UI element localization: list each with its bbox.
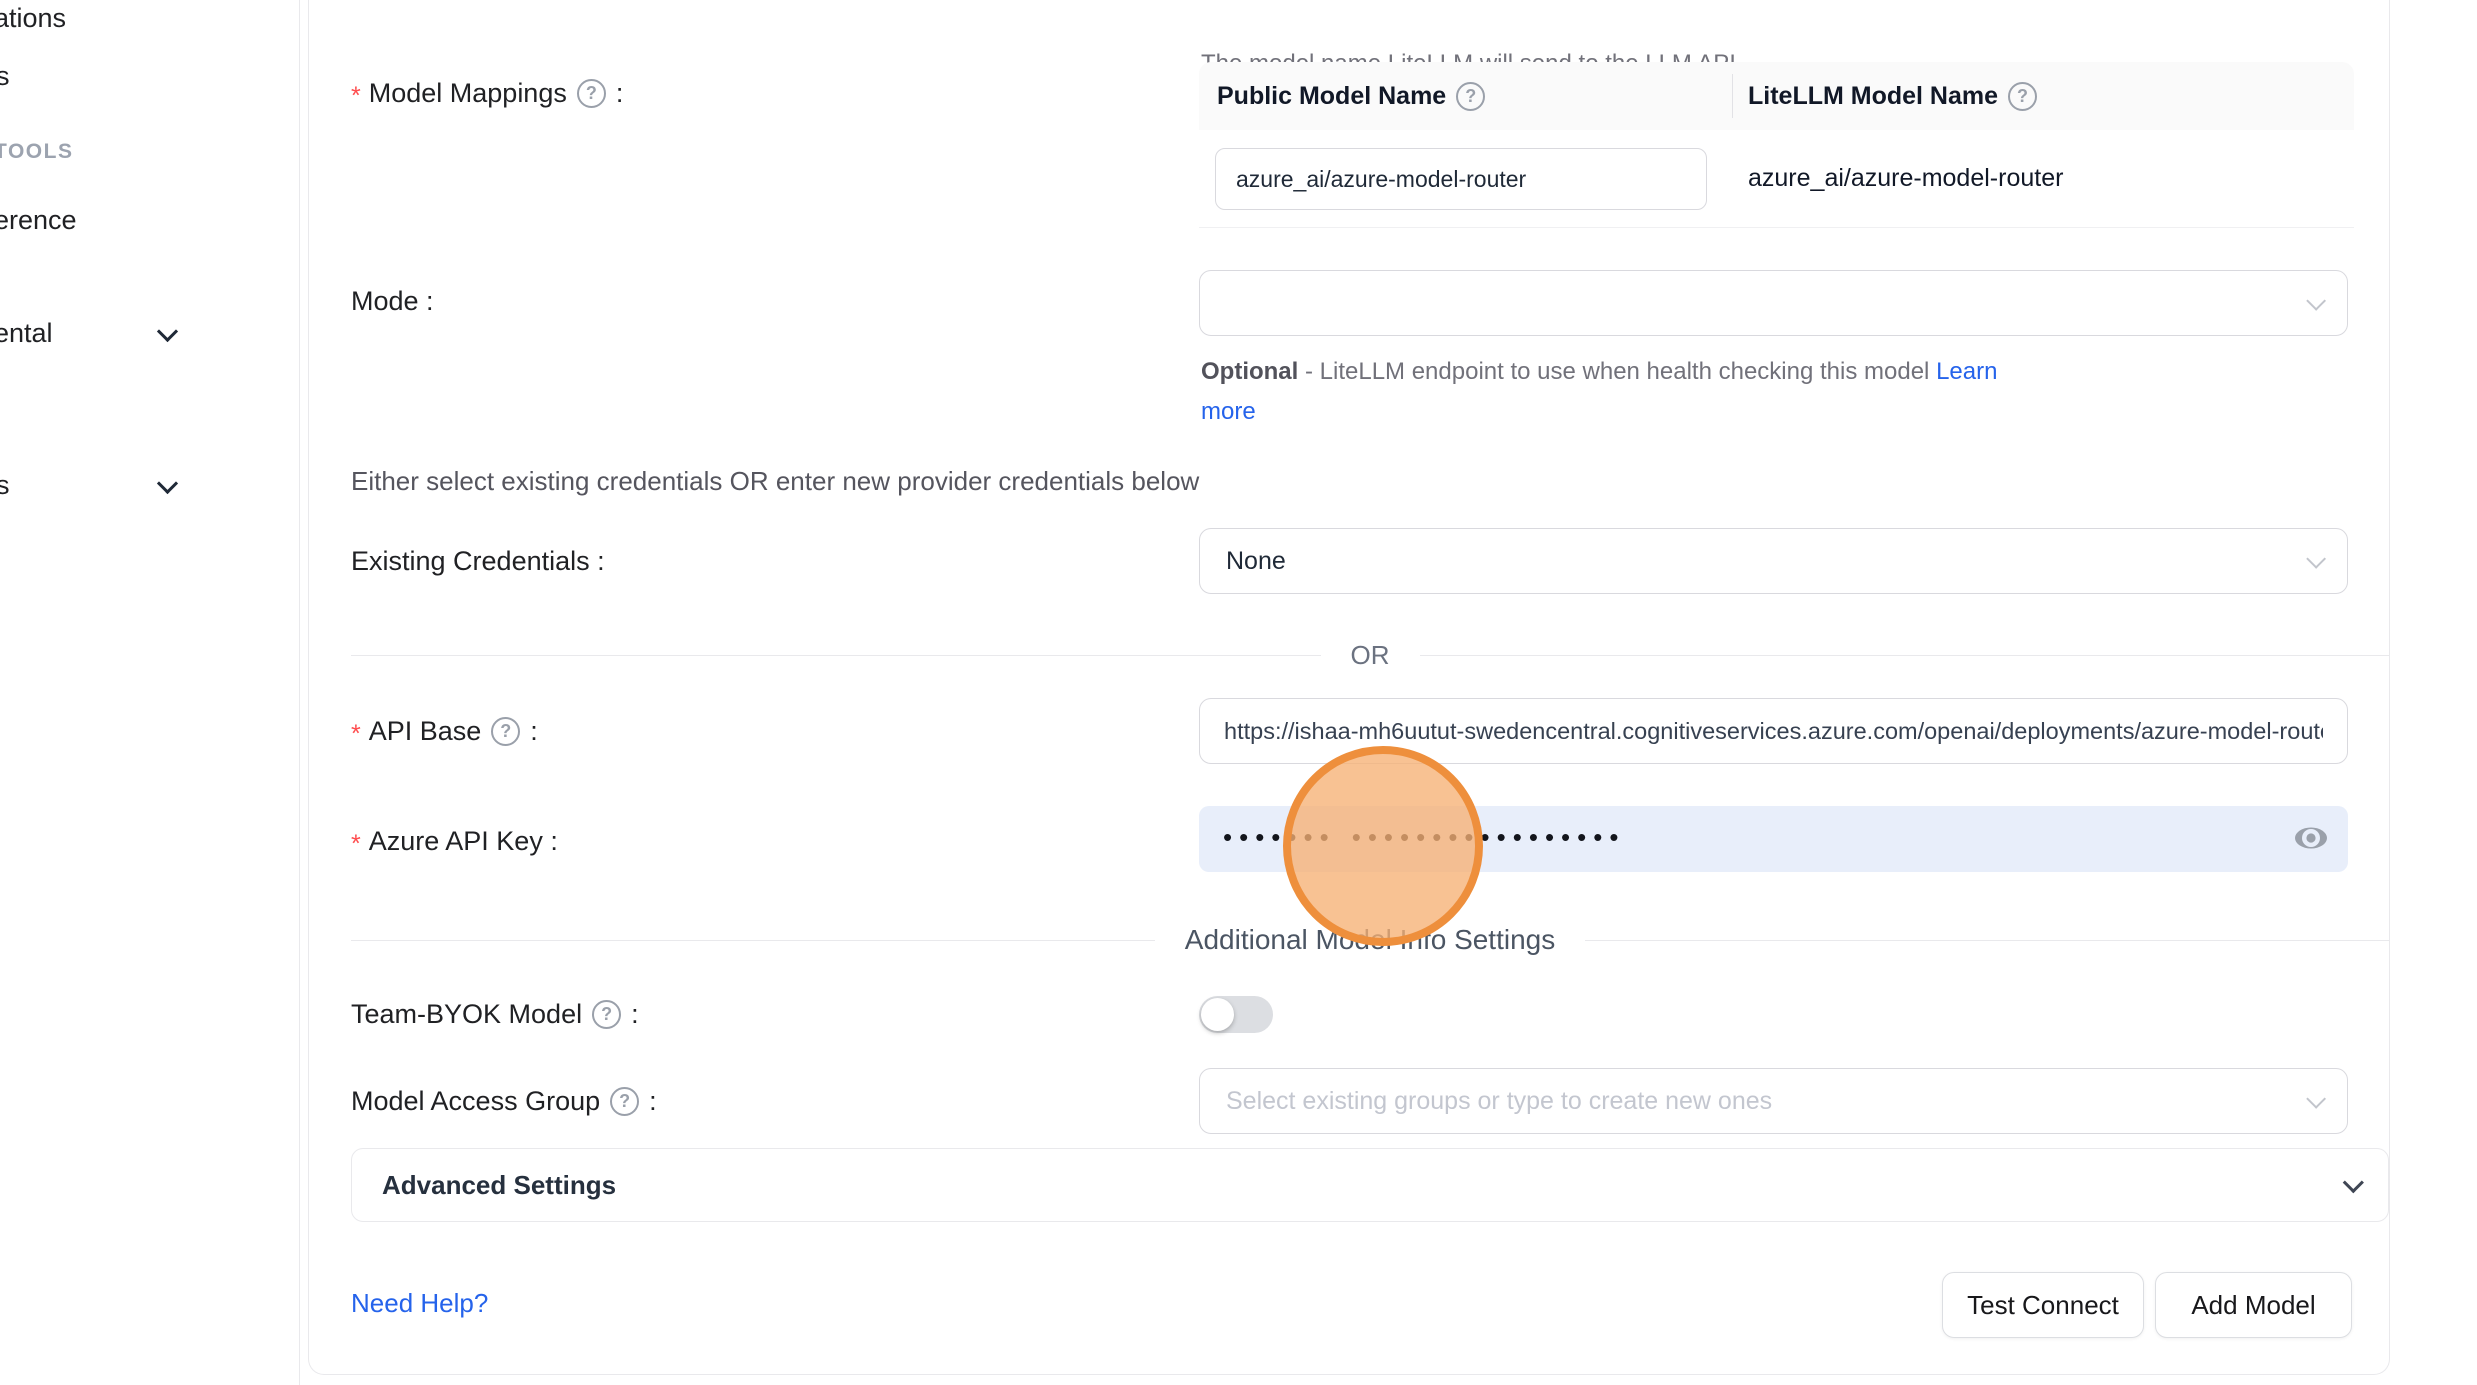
mode-label: Mode : [351,286,434,317]
team-byok-label: Team-BYOK Model ? : [351,999,639,1030]
public-model-name-input[interactable] [1215,148,1707,210]
api-base-label: * API Base ? : [351,716,538,747]
toggle-knob [1201,998,1234,1031]
chevron-down-icon [157,321,178,342]
help-icon[interactable]: ? [577,79,606,108]
sidebar: ations s TOOLS erence ental s [0,0,300,1385]
existing-credentials-select[interactable]: None [1199,528,2348,594]
api-base-input[interactable] [1199,698,2348,764]
divider-line [351,655,1321,656]
chevron-down-icon [2306,1089,2326,1109]
team-byok-toggle[interactable] [1199,996,1273,1033]
help-icon[interactable]: ? [491,717,520,746]
help-icon[interactable]: ? [592,1000,621,1029]
sidebar-item-4[interactable]: ental [0,318,53,349]
chevron-down-icon [2306,291,2326,311]
required-asterisk: * [351,720,361,749]
masked-password-dots: ••••••• [1223,822,1336,853]
test-connect-button[interactable]: Test Connect [1942,1272,2144,1338]
sidebar-item-1[interactable]: ations [0,3,66,34]
column-divider [1732,74,1733,118]
help-icon[interactable]: ? [610,1087,639,1116]
add-model-button[interactable]: Add Model [2155,1272,2352,1338]
sidebar-section-tools: TOOLS [0,140,73,164]
divider-line [1420,655,2390,656]
eye-icon[interactable] [2294,823,2328,858]
model-access-group-label: Model Access Group ? : [351,1086,657,1117]
masked-password-dots: ••••••••••••••••• [1352,822,1626,853]
model-mappings-table: Public Model Name ? LiteLLM Model Name ?… [1199,62,2354,228]
or-divider: OR [351,640,2389,671]
mode-select[interactable] [1199,270,2348,336]
divider-line [1585,940,2389,941]
page: ations s TOOLS erence ental s The model … [0,0,2477,1385]
additional-settings-divider: Additional Model Info Settings [351,924,2389,956]
table-row: azure_ai/azure-model-router [1199,130,2354,228]
required-asterisk: * [351,830,361,859]
column-header-litellm-model-name: LiteLLM Model Name ? [1732,82,2043,111]
need-help-link[interactable]: Need Help? [351,1288,488,1319]
column-header-public-model-name: Public Model Name ? [1199,82,1732,111]
chevron-down-icon [157,473,178,494]
add-model-form-card: The model name LiteLLM will send to the … [308,0,2390,1375]
sidebar-item-3[interactable]: erence [0,205,77,236]
model-access-group-select[interactable]: Select existing groups or type to create… [1199,1068,2348,1134]
help-icon[interactable]: ? [2008,82,2037,111]
help-icon[interactable]: ? [1456,82,1485,111]
required-asterisk: * [351,82,361,111]
advanced-settings-toggle[interactable]: Advanced Settings [351,1148,2389,1222]
azure-api-key-input[interactable]: ••••••• ••••••••••••••••• [1199,806,2348,872]
azure-api-key-label: * Azure API Key : [351,826,558,857]
divider-line [351,940,1155,941]
sidebar-item-2[interactable]: s [0,61,10,92]
sidebar-item-5[interactable]: s [0,470,10,501]
table-header-row: Public Model Name ? LiteLLM Model Name ? [1199,62,2354,130]
chevron-down-icon [2343,1172,2364,1193]
mode-help-text: Optional - LiteLLM endpoint to use when … [1201,352,2051,432]
chevron-down-icon [2306,549,2326,569]
litellm-model-name-value: azure_ai/azure-model-router [1748,164,2063,193]
model-mappings-label: * Model Mappings ? : [351,78,623,109]
existing-credentials-label: Existing Credentials : [351,546,605,577]
credentials-note: Either select existing credentials OR en… [351,466,1199,497]
